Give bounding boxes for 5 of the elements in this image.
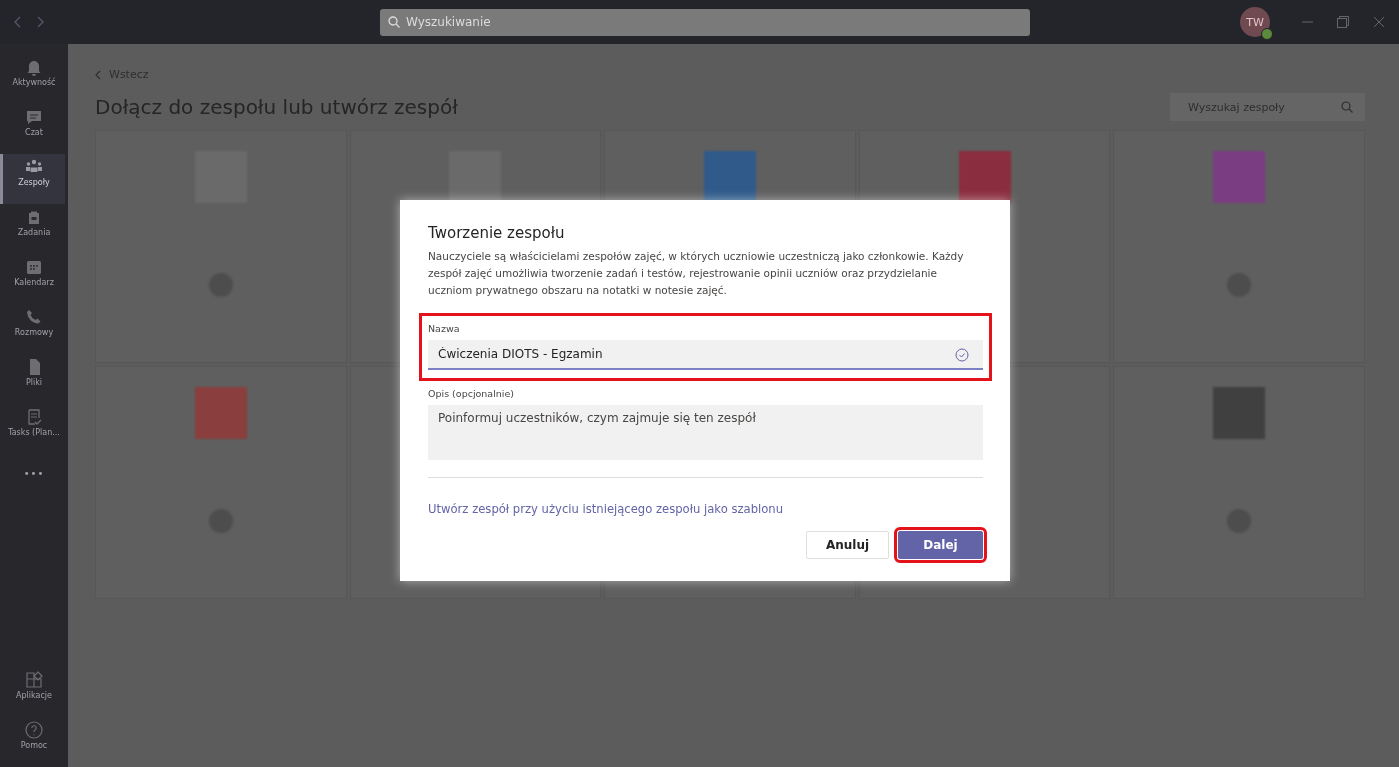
field-label: Nazwa [428,323,461,334]
field-label: Opis (opcjonalnie) [428,388,516,399]
dialog-title: Tworzenie zespołu [428,224,566,242]
page-heading: Dołącz do zespołu lub utwórz zespół [95,95,458,119]
dialog-description: Nauczyciele są właścicielami zespołów zajęć, w których uczniowie uczestniczą jako członkowie. Każdy zespół zajęć umożliwia tworzenie zadań i testów, rejestrowanie opinii uczniów oraz przydzielanie uczniom prywatnego obszaru na notatki w notesie zajęć. [428,249,965,298]
